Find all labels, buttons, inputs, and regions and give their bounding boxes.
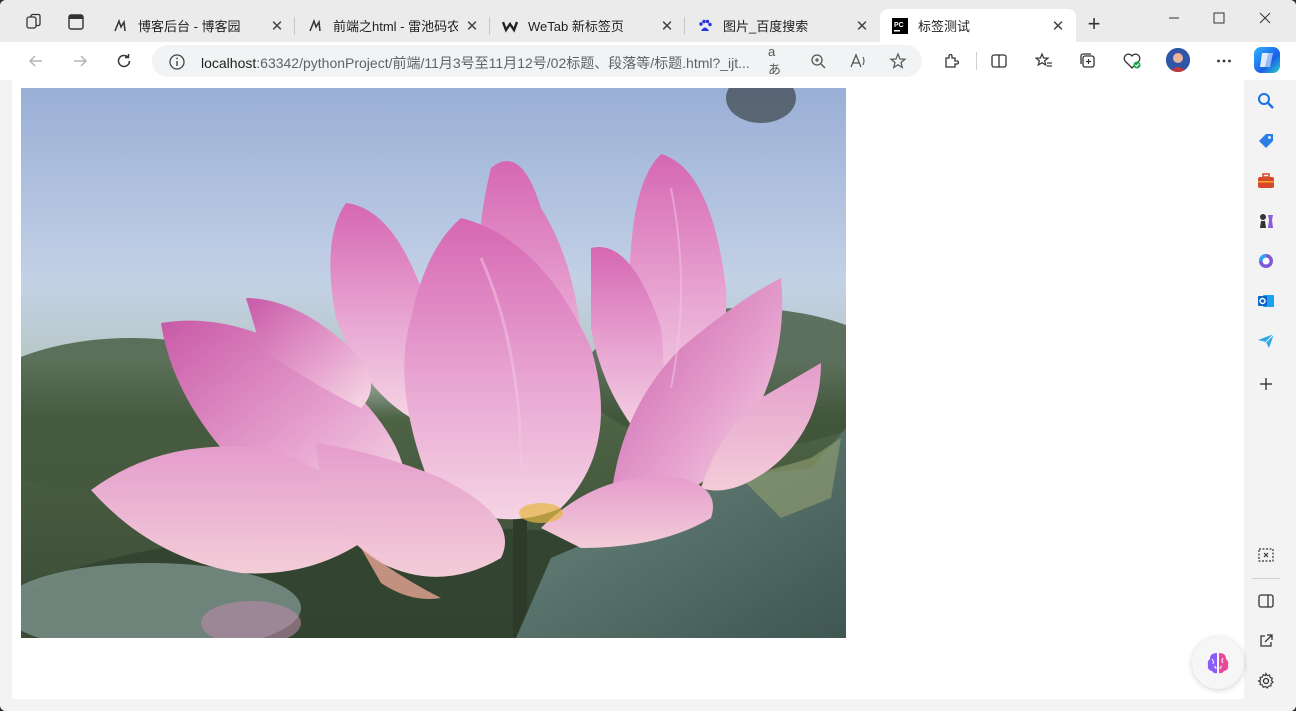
- wetab-icon: [502, 18, 518, 34]
- tab-actions-icon[interactable]: [66, 12, 86, 32]
- tab-strip: 博客后台 - 博客园 ✕ 前端之html - 雷池码农 - ✕ WeTab 新标…: [0, 0, 1296, 42]
- read-aloud-language-icon[interactable]: aあ: [768, 44, 788, 77]
- cnblogs-icon: [112, 18, 128, 34]
- close-icon[interactable]: ✕: [1050, 18, 1066, 35]
- avatar[interactable]: [1166, 48, 1190, 72]
- info-icon[interactable]: [168, 53, 186, 71]
- brain-icon: [1207, 653, 1229, 674]
- search-icon[interactable]: [1255, 90, 1277, 112]
- copilot-icon[interactable]: [1254, 47, 1280, 73]
- toolbox-icon[interactable]: [1255, 170, 1277, 192]
- pycharm-icon: PC: [892, 17, 908, 34]
- new-tab-button[interactable]: +: [1083, 13, 1105, 36]
- split-panel-icon[interactable]: [1255, 590, 1277, 612]
- back-arrow-icon[interactable]: [24, 50, 48, 72]
- tab-title: 标签测试: [918, 19, 971, 34]
- favorite-star-icon[interactable]: [888, 52, 908, 70]
- toolbar-separator: [976, 52, 977, 70]
- favorites-icon[interactable]: [1032, 50, 1056, 72]
- chess-icon[interactable]: [1255, 210, 1277, 232]
- edge-sidebar: [1246, 80, 1296, 711]
- ai-assistant-button[interactable]: [1192, 637, 1244, 689]
- split-screen-icon[interactable]: [987, 50, 1011, 72]
- tab-title: 图片_百度搜索: [723, 19, 809, 34]
- navigation-toolbar: localhost:63342/pythonProject/前端/11月3号至1…: [0, 42, 1296, 80]
- window-bottom-border: [0, 699, 1296, 711]
- tab-title: 博客后台 - 博客园: [138, 19, 241, 34]
- close-icon[interactable]: ✕: [854, 18, 870, 35]
- sidebar-separator: [1252, 578, 1280, 579]
- send-icon[interactable]: [1255, 330, 1277, 352]
- microsoft365-icon[interactable]: [1255, 250, 1277, 272]
- screenshot-icon[interactable]: [1255, 545, 1277, 567]
- tab-2[interactable]: 前端之html - 雷池码农 - ✕: [295, 9, 490, 42]
- tab-title: 前端之html - 雷池码农 -: [333, 19, 458, 34]
- close-window-icon[interactable]: [1251, 8, 1279, 28]
- workspaces-icon[interactable]: [24, 12, 44, 32]
- browser-window: 博客后台 - 博客园 ✕ 前端之html - 雷池码农 - ✕ WeTab 新标…: [0, 0, 1296, 711]
- address-bar[interactable]: localhost:63342/pythonProject/前端/11月3号至1…: [152, 44, 922, 77]
- extensions-icon[interactable]: [940, 50, 964, 72]
- collections-icon[interactable]: [1076, 50, 1100, 72]
- read-aloud-icon[interactable]: [848, 52, 868, 70]
- tab-4[interactable]: 图片_百度搜索 ✕: [685, 9, 880, 42]
- tab-5[interactable]: PC 标签测试 ✕: [880, 9, 1076, 42]
- cnblogs-icon: [307, 18, 323, 34]
- page-content: [12, 80, 1244, 699]
- baidu-paw-icon: [697, 18, 713, 34]
- open-external-icon[interactable]: [1255, 630, 1277, 652]
- zoom-icon[interactable]: [808, 52, 828, 70]
- url-host: localhost: [201, 55, 257, 71]
- shopping-tag-icon[interactable]: [1255, 130, 1277, 152]
- url-text: localhost:63342/pythonProject/前端/11月3号至1…: [201, 53, 761, 73]
- svg-text:PC: PC: [894, 22, 904, 29]
- window-left-border: [0, 80, 12, 699]
- close-icon[interactable]: ✕: [464, 18, 480, 35]
- outlook-icon[interactable]: [1255, 290, 1277, 312]
- refresh-icon[interactable]: [112, 50, 136, 72]
- close-icon[interactable]: ✕: [659, 18, 675, 35]
- settings-icon[interactable]: [1255, 670, 1277, 692]
- more-options-icon[interactable]: [1212, 50, 1236, 72]
- close-icon[interactable]: ✕: [269, 18, 285, 35]
- tab-1[interactable]: 博客后台 - 博客园 ✕: [100, 9, 295, 42]
- minimize-icon[interactable]: [1160, 8, 1188, 28]
- url-path: :63342/pythonProject/前端/11月3号至11月12号/02标…: [256, 55, 750, 71]
- tab-3[interactable]: WeTab 新标签页 ✕: [490, 9, 685, 42]
- add-icon[interactable]: [1255, 373, 1277, 395]
- lotus-image: [21, 88, 846, 638]
- forward-arrow-icon[interactable]: [68, 50, 92, 72]
- maximize-icon[interactable]: [1205, 8, 1233, 28]
- tab-title: WeTab 新标签页: [528, 19, 624, 34]
- browser-essentials-icon[interactable]: [1120, 50, 1144, 72]
